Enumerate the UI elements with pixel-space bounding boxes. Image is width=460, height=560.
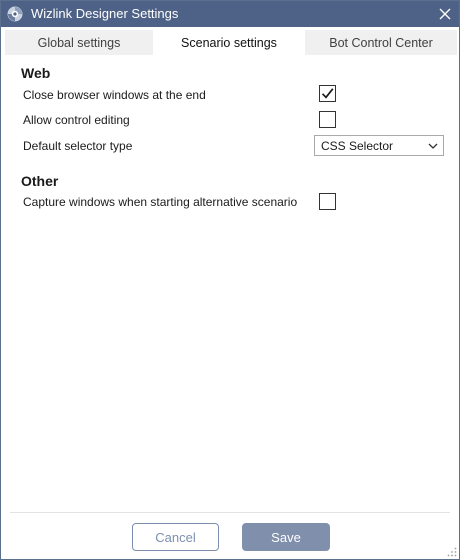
web-section-title: Web xyxy=(21,65,51,81)
cancel-button[interactable]: Cancel xyxy=(132,523,219,551)
selector-type-value: CSS Selector xyxy=(321,139,394,153)
chevron-down-icon xyxy=(428,143,438,149)
footer-divider xyxy=(10,512,450,513)
capture-windows-checkbox[interactable] xyxy=(319,193,336,210)
close-browser-checkbox[interactable] xyxy=(319,85,336,102)
save-button[interactable]: Save xyxy=(242,523,330,551)
tab-bot-control-center[interactable]: Bot Control Center xyxy=(305,30,457,55)
settings-tabs: Global settings Scenario settings Bot Co… xyxy=(5,30,457,55)
selector-type-dropdown[interactable]: CSS Selector xyxy=(314,135,444,156)
settings-window: Wizlink Designer Settings Global setting… xyxy=(0,0,460,560)
checkmark-icon xyxy=(321,88,334,99)
allow-editing-label: Allow control editing xyxy=(23,113,130,127)
window-title: Wizlink Designer Settings xyxy=(31,6,179,21)
tab-global-settings[interactable]: Global settings xyxy=(5,30,153,55)
allow-editing-checkbox[interactable] xyxy=(319,111,336,128)
close-button[interactable] xyxy=(435,4,455,24)
close-browser-label: Close browser windows at the end xyxy=(23,88,206,102)
title-bar[interactable]: Wizlink Designer Settings xyxy=(1,1,459,27)
selector-type-label: Default selector type xyxy=(23,139,133,153)
close-icon xyxy=(439,8,451,20)
capture-windows-label: Capture windows when starting alternativ… xyxy=(23,195,298,209)
other-section-title: Other xyxy=(21,173,59,189)
resize-grip-icon[interactable] xyxy=(447,547,457,557)
wizlink-logo-icon xyxy=(7,6,23,22)
tab-scenario-settings[interactable]: Scenario settings xyxy=(153,30,305,55)
